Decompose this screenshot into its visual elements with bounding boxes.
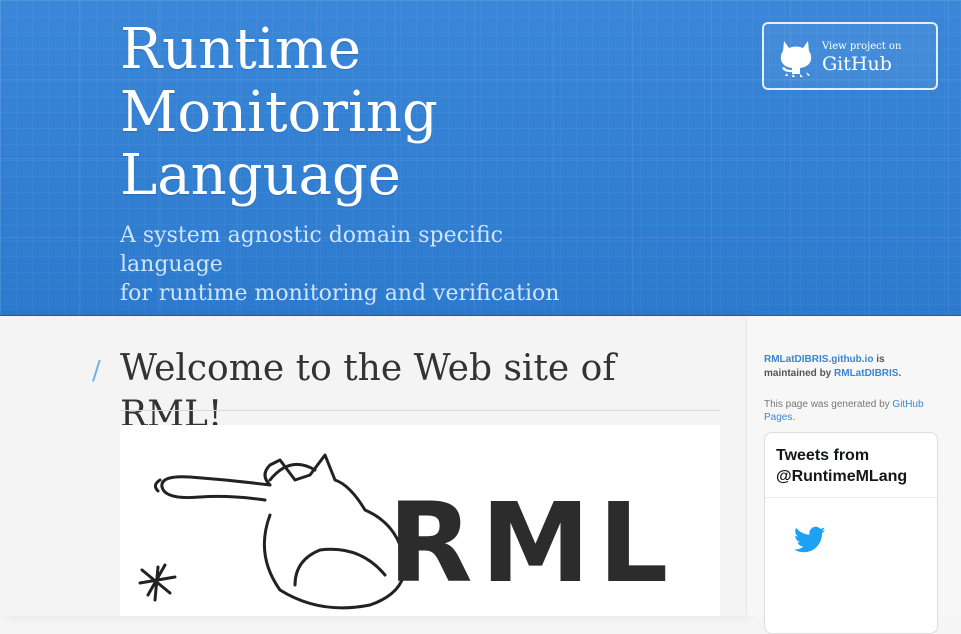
generator-end: . bbox=[792, 412, 796, 423]
rml-logo-drawing: RML bbox=[138, 453, 676, 610]
twitter-bird-icon bbox=[793, 526, 826, 554]
maintainer-note: RMLatDIBRIS.github.io is maintained by R… bbox=[764, 353, 924, 381]
heading-slash-decoration: / bbox=[92, 356, 101, 386]
view-on-github-button[interactable]: View project on GitHub bbox=[762, 22, 938, 90]
tagline-line: A system agnostic domain specific langua… bbox=[120, 223, 503, 277]
main-area: / Welcome to the Web site of RML! RML RM… bbox=[0, 316, 961, 634]
rml-logo-image: RML bbox=[120, 425, 720, 616]
site-title-line: Monitoring bbox=[120, 80, 438, 145]
tagline-line: for runtime monitoring and verification bbox=[120, 281, 560, 306]
heading-divider bbox=[120, 410, 720, 411]
generator-note: This page was generated by GitHub Pages. bbox=[764, 398, 939, 424]
tweets-title: Tweets from @RuntimeMLang bbox=[776, 445, 931, 487]
site-tagline: A system agnostic domain specific langua… bbox=[120, 221, 590, 308]
github-button-small-label: View project on bbox=[822, 41, 902, 52]
tweets-handle[interactable]: @RuntimeMLang bbox=[776, 468, 907, 485]
site-title: Runtime Monitoring Language bbox=[120, 18, 540, 207]
maintainer-link[interactable]: RMLatDIBRIS bbox=[834, 368, 898, 379]
site-link[interactable]: RMLatDIBRIS.github.io bbox=[764, 354, 873, 365]
twitter-timeline-widget[interactable]: Tweets from @RuntimeMLang bbox=[764, 432, 938, 634]
github-octocat-icon bbox=[778, 37, 814, 77]
sidebar: RMLatDIBRIS.github.io is maintained by R… bbox=[747, 316, 961, 634]
rml-logo-text: RML bbox=[388, 479, 676, 607]
tweets-title-line: Tweets from bbox=[776, 447, 870, 464]
github-button-label: GitHub bbox=[822, 53, 892, 75]
site-header: Runtime Monitoring Language A system agn… bbox=[0, 0, 961, 316]
main-content: / Welcome to the Web site of RML! RML bbox=[0, 316, 746, 616]
tweets-divider bbox=[765, 497, 937, 498]
maintainer-end: . bbox=[898, 368, 902, 379]
generator-text: This page was generated by bbox=[764, 399, 893, 410]
site-title-line: Language bbox=[120, 143, 401, 208]
site-title-line: Runtime bbox=[120, 17, 361, 82]
